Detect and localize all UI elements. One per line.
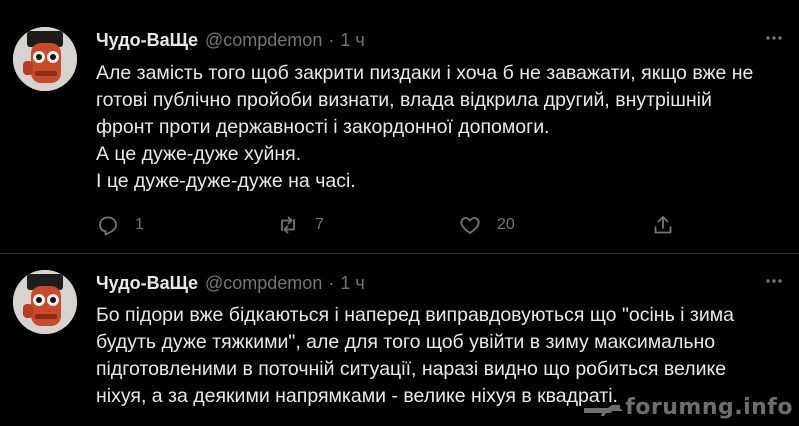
like-button[interactable]: 20 [458,210,515,240]
author-name[interactable]: Чудо-ВаЩе [96,273,198,294]
reply-icon [99,216,117,236]
avatar-image [13,270,77,334]
tweet-text-line: Але замість того щоб закрити пиздаки і х… [96,62,754,84]
more-dots-icon[interactable] [763,28,785,50]
tweet-text-line: І це дуже-дуже-дуже на часі. [96,170,356,192]
author-handle[interactable]: @compdemon [205,30,322,51]
tweet-header: Чудо-ВаЩе @compdemon · 1 ч [96,271,365,295]
like-count: 20 [497,216,515,233]
tweet-text-line: фронт проти державності і закордонної до… [96,116,550,138]
timeline: Чудо-ВаЩе @compdemon · 1 ч Але замість т… [0,0,799,426]
tweet-text-line: готові публічно пройоби визнати, влада в… [96,89,712,111]
author-name[interactable]: Чудо-ВаЩе [96,30,198,51]
reply-button[interactable]: 1 [96,210,144,240]
retweet-count: 7 [315,216,324,233]
more-dots-icon[interactable] [763,271,785,293]
retweet-icon [281,216,295,234]
avatar[interactable] [13,27,77,91]
tweet-text-line: будуть дуже тяжкими", але для того щоб у… [96,331,716,353]
tweet-timestamp[interactable]: 1 ч [340,273,364,294]
tweet-text-line: Бо підори вже бідкаються і наперед випра… [96,304,734,326]
tweet-text: Бо підори вже бідкаються і наперед випра… [96,302,786,410]
author-handle[interactable]: @compdemon [205,273,322,294]
tweet-header: Чудо-ВаЩе @compdemon · 1 ч [96,28,365,52]
reply-count: 1 [135,216,144,233]
tweet-text: Але замість того щоб закрити пиздаки і х… [96,60,786,195]
tweet-text-line: А це дуже-дуже хуйня. [96,143,302,165]
tweet[interactable]: Чудо-ВаЩе @compdemon · 1 ч Але замість т… [0,0,799,254]
rifle-icon [584,404,623,416]
separator-dot: · [328,29,335,50]
separator-dot: · [328,272,335,293]
tweet-text-line: підготовленими в поточній ситуації, нара… [96,358,727,380]
heart-icon [460,217,480,234]
share-icon [654,216,672,234]
avatar[interactable] [13,270,77,334]
tweet-timestamp[interactable]: 1 ч [340,30,364,51]
tweet-actions: 1 7 20 [96,210,786,240]
share-button[interactable] [651,210,675,240]
retweet-button[interactable]: 7 [276,210,324,240]
watermark-text: forumng.info [625,395,793,420]
watermark: forumng.info [583,395,793,420]
avatar-image [13,27,77,91]
